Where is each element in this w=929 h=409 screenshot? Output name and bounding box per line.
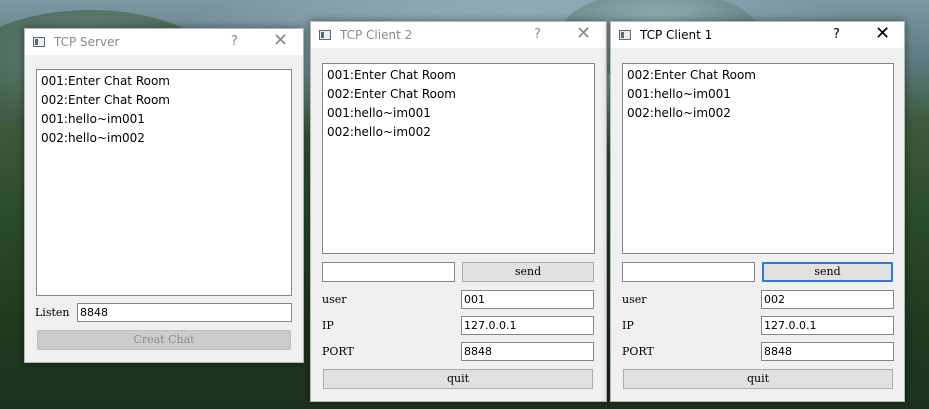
chat-message: 002:Enter Chat Room	[327, 87, 456, 101]
title-bar[interactable]: TCP Server ? ✕	[25, 29, 303, 55]
window-title: TCP Server	[54, 35, 120, 49]
user-input[interactable]: 001	[461, 290, 594, 309]
close-icon[interactable]: ✕	[875, 23, 890, 44]
title-bar[interactable]: TCP Client 1 ? ✕	[611, 22, 904, 48]
quit-button[interactable]: quit	[323, 369, 593, 389]
help-icon[interactable]: ?	[231, 34, 238, 49]
app-window-icon	[319, 30, 331, 40]
send-button[interactable]: send	[462, 262, 594, 282]
user-label: user	[322, 293, 347, 306]
close-icon[interactable]: ✕	[273, 30, 288, 51]
message-input[interactable]	[322, 262, 455, 282]
chat-message: 002:hello~im002	[627, 106, 731, 120]
port-label: PORT	[622, 345, 654, 358]
chat-message: 001:hello~im001	[327, 106, 431, 120]
ip-input[interactable]: 127.0.0.1	[761, 316, 894, 335]
quit-button[interactable]: quit	[623, 369, 893, 389]
ip-input[interactable]: 127.0.0.1	[461, 316, 594, 335]
port-input[interactable]: 8848	[461, 342, 594, 361]
chat-message: 002:Enter Chat Room	[41, 93, 170, 107]
window-title: TCP Client 2	[340, 28, 413, 42]
app-window-icon	[33, 37, 45, 47]
listen-label: Listen	[35, 306, 70, 319]
create-chat-button[interactable]: Creat Chat	[37, 330, 291, 350]
chat-message: 002:hello~im002	[41, 131, 145, 145]
close-icon[interactable]: ✕	[576, 23, 591, 44]
chat-message: 001:Enter Chat Room	[41, 74, 170, 88]
port-input[interactable]: 8848	[761, 342, 894, 361]
chat-message: 002:hello~im002	[327, 125, 431, 139]
message-input[interactable]	[622, 262, 755, 282]
user-input[interactable]: 002	[761, 290, 894, 309]
port-label: PORT	[322, 345, 354, 358]
chat-log[interactable]: 002:Enter Chat Room 001:hello~im001 002:…	[622, 63, 894, 254]
tcp-server-window[interactable]: TCP Server ? ✕ 001:Enter Chat Room 002:E…	[24, 28, 304, 363]
chat-message: 001:Enter Chat Room	[327, 68, 456, 82]
ip-label: IP	[622, 319, 634, 332]
chat-log[interactable]: 001:Enter Chat Room 002:Enter Chat Room …	[36, 69, 292, 296]
listen-port-input[interactable]: 8848	[77, 303, 292, 322]
window-title: TCP Client 1	[640, 28, 713, 42]
chat-message: 001:hello~im001	[627, 87, 731, 101]
tcp-client-2-window[interactable]: TCP Client 2 ? ✕ 001:Enter Chat Room 002…	[310, 21, 607, 402]
tcp-client-1-window[interactable]: TCP Client 1 ? ✕ 002:Enter Chat Room 001…	[610, 21, 905, 402]
send-button[interactable]: send	[762, 262, 893, 282]
user-label: user	[622, 293, 647, 306]
chat-message: 002:Enter Chat Room	[627, 68, 756, 82]
help-icon[interactable]: ?	[833, 27, 840, 42]
chat-log[interactable]: 001:Enter Chat Room 002:Enter Chat Room …	[322, 63, 595, 254]
help-icon[interactable]: ?	[534, 27, 541, 42]
app-window-icon	[619, 30, 631, 40]
chat-message: 001:hello~im001	[41, 112, 145, 126]
ip-label: IP	[322, 319, 334, 332]
title-bar[interactable]: TCP Client 2 ? ✕	[311, 22, 606, 48]
